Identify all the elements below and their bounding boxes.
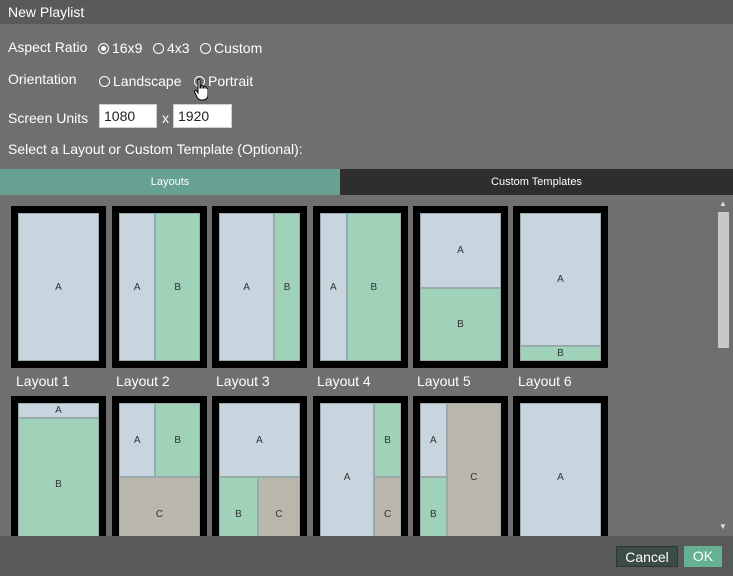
region-a: A <box>119 403 156 477</box>
region-b: B <box>346 213 401 361</box>
region-c: C <box>119 477 200 536</box>
aspect-custom-label: Custom <box>214 40 263 56</box>
layout-3-label: Layout 3 <box>216 373 270 389</box>
orientation-label: Orientation <box>8 71 77 87</box>
layout-section-label: Select a Layout or Custom Template (Opti… <box>8 141 303 157</box>
orientation-row: Orientation Landscape Portrait <box>8 71 308 91</box>
region-c: C <box>374 477 401 536</box>
layout-grid-scrollbar[interactable]: ▲ ▼ <box>717 198 731 534</box>
screen-units-separator: x <box>162 110 169 126</box>
screen-height-input[interactable] <box>173 104 232 128</box>
layout-10-card[interactable]: A B C <box>313 396 408 536</box>
region-a: A <box>320 403 375 536</box>
region-b: B <box>155 403 200 477</box>
radio-16x9[interactable] <box>98 43 109 54</box>
layout-9-card[interactable]: A B C <box>212 396 307 536</box>
aspect-ratio-row: Aspect Ratio 16x9 4x3 Custom <box>8 39 308 59</box>
region-a: A <box>420 213 501 289</box>
layout-grid: A Layout 1 A B Layout 2 A B Layout 3 A B… <box>0 195 733 536</box>
orientation-landscape-option[interactable]: Landscape <box>99 73 182 89</box>
layout-1-label: Layout 1 <box>16 373 70 389</box>
layout-4-label: Layout 4 <box>317 373 371 389</box>
region-a: A <box>18 403 99 418</box>
cancel-button[interactable]: Cancel <box>616 546 678 567</box>
region-a: A <box>219 213 275 361</box>
tab-layouts[interactable]: Layouts <box>0 169 340 195</box>
region-a: A <box>18 213 99 361</box>
layout-4-card[interactable]: A B <box>313 206 408 368</box>
layout-2-card[interactable]: A B <box>112 206 207 368</box>
layout-2-label: Layout 2 <box>116 373 170 389</box>
region-b: B <box>18 417 99 536</box>
radio-custom[interactable] <box>200 43 211 54</box>
region-a: A <box>420 403 447 477</box>
aspect-4x3-label: 4x3 <box>167 40 190 56</box>
aspect-4x3-option[interactable]: 4x3 <box>153 40 190 56</box>
dialog-footer: Cancel OK <box>0 536 733 576</box>
aspect-ratio-label: Aspect Ratio <box>8 39 88 55</box>
region-b: B <box>374 403 401 477</box>
scroll-thumb[interactable] <box>718 212 729 348</box>
dialog-titlebar: New Playlist <box>0 0 733 24</box>
region-a: A <box>520 403 601 536</box>
region-b: B <box>155 213 200 361</box>
tab-custom-templates[interactable]: Custom Templates <box>340 169 733 195</box>
region-a: A <box>219 403 300 477</box>
layout-12-card[interactable]: A <box>513 396 608 536</box>
hand-cursor-icon <box>194 78 208 101</box>
region-b: B <box>520 346 601 361</box>
layout-8-card[interactable]: A B C <box>112 396 207 536</box>
orientation-landscape-label: Landscape <box>113 73 182 89</box>
region-a: A <box>520 213 601 347</box>
region-b: B <box>219 477 258 536</box>
screen-width-input[interactable] <box>99 104 157 128</box>
screen-units-label: Screen Units <box>8 110 89 126</box>
layout-11-card[interactable]: A B C <box>413 396 508 536</box>
aspect-16x9-label: 16x9 <box>112 40 143 56</box>
region-b: B <box>420 477 447 536</box>
region-b: B <box>274 213 300 361</box>
layout-tabs: Layouts Custom Templates <box>0 169 733 195</box>
region-a: A <box>320 213 347 361</box>
layout-6-label: Layout 6 <box>518 373 572 389</box>
scroll-up-icon[interactable]: ▲ <box>719 199 727 208</box>
ok-button[interactable]: OK <box>684 546 722 567</box>
aspect-custom-option[interactable]: Custom <box>200 40 262 56</box>
layout-5-label: Layout 5 <box>417 373 471 389</box>
region-c: C <box>257 477 300 536</box>
screen-units-row: Screen Units <box>8 109 308 135</box>
scroll-down-icon[interactable]: ▼ <box>719 522 727 531</box>
radio-landscape[interactable] <box>99 76 110 87</box>
dialog-title: New Playlist <box>8 4 85 20</box>
aspect-16x9-option[interactable]: 16x9 <box>98 40 142 56</box>
layout-1-card[interactable]: A <box>11 206 106 368</box>
layout-5-card[interactable]: A B <box>413 206 508 368</box>
orientation-portrait-label: Portrait <box>208 73 254 89</box>
layout-7-card[interactable]: A B <box>11 396 106 536</box>
region-b: B <box>420 288 501 361</box>
radio-4x3[interactable] <box>153 43 164 54</box>
layout-6-card[interactable]: A B <box>513 206 608 368</box>
region-a: A <box>119 213 156 361</box>
region-c: C <box>446 403 501 536</box>
layout-3-card[interactable]: A B <box>212 206 307 368</box>
